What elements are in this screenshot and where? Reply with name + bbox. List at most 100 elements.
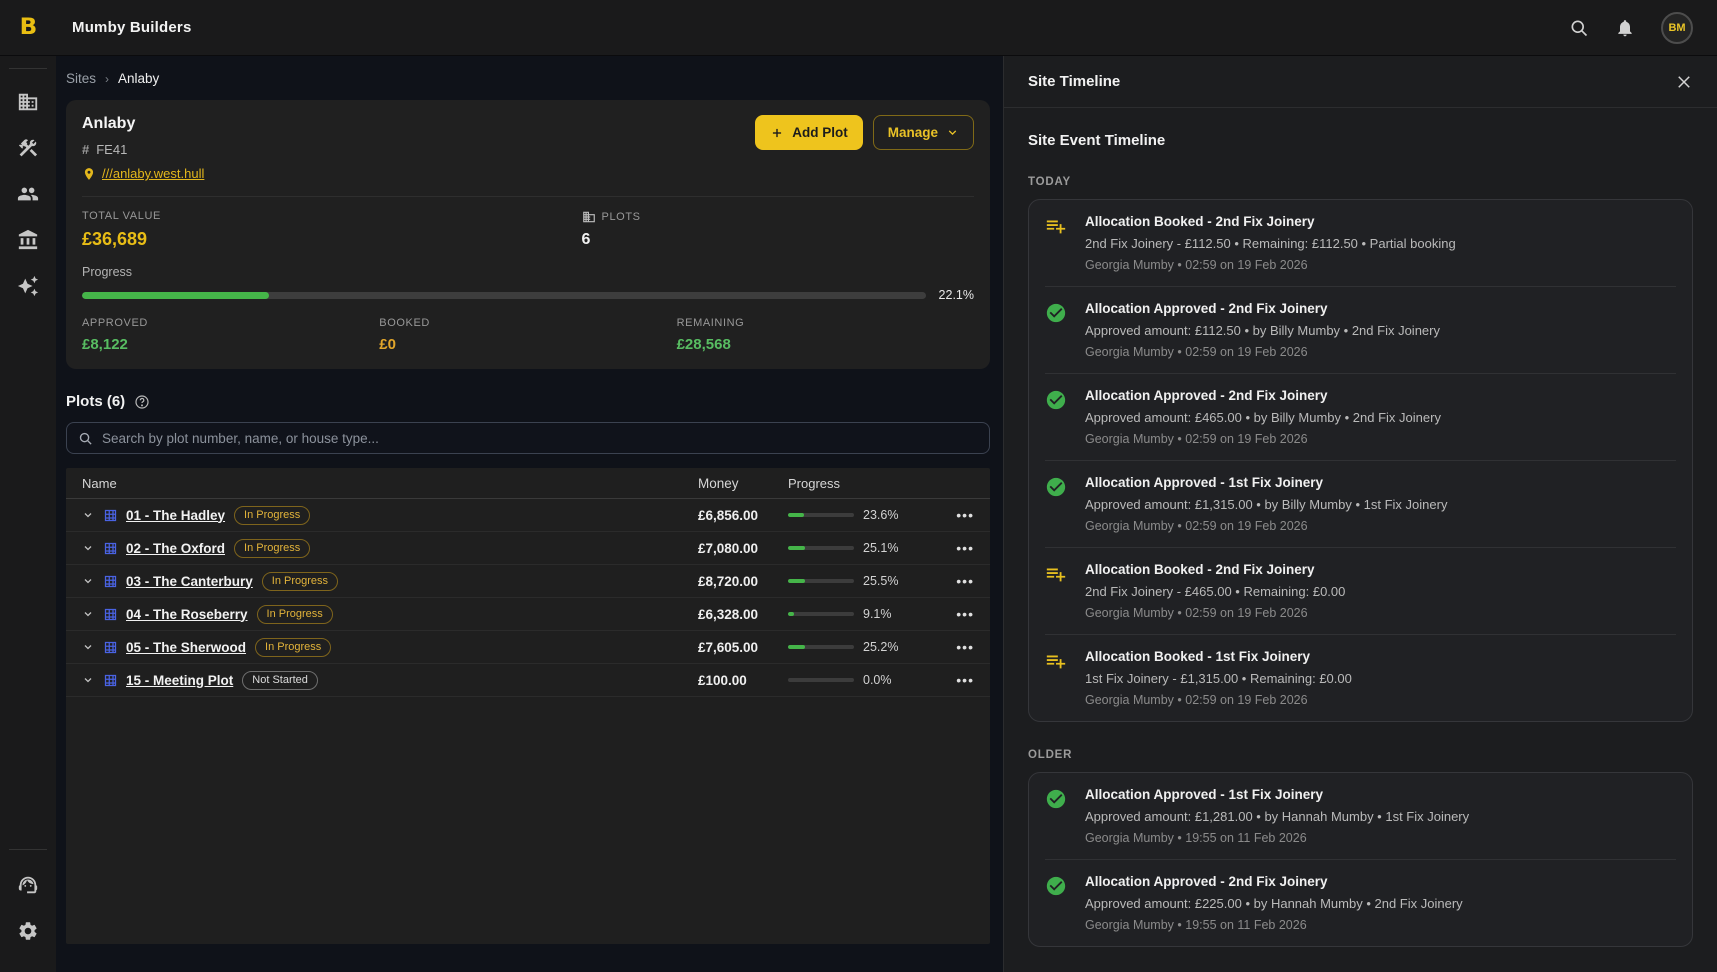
plot-progress-track (788, 645, 854, 649)
sidebar-item-sites[interactable] (17, 91, 39, 113)
manage-button[interactable]: Manage (873, 115, 974, 150)
timeline-event: Allocation Approved - 1st Fix Joinery Ap… (1029, 773, 1692, 859)
plot-name-link[interactable]: 03 - The Canterbury (126, 574, 253, 589)
topbar-actions: BM (1569, 12, 1717, 44)
row-menu-button[interactable]: ••• (956, 576, 974, 586)
row-menu-button[interactable]: ••• (956, 675, 974, 685)
plot-name-link[interactable]: 05 - The Sherwood (126, 640, 246, 655)
table-row[interactable]: 01 - The Hadley In Progress £6,856.00 23… (66, 499, 990, 532)
booked-stat: BOOKED £0 (379, 317, 676, 353)
add-plot-button[interactable]: Add Plot (755, 115, 863, 150)
row-menu-button[interactable]: ••• (956, 609, 974, 619)
plots-stat: PLOTS 6 (582, 210, 641, 250)
approved-value: £8,122 (82, 336, 379, 353)
hash-icon: # (82, 142, 89, 157)
row-menu-button[interactable]: ••• (956, 543, 974, 553)
plot-progress: 23.6% (788, 508, 938, 522)
plot-progress: 25.2% (788, 640, 938, 654)
site-card: Anlaby # FE41 ///anlaby.west.hull (66, 100, 990, 369)
status-badge: In Progress (257, 605, 333, 624)
timeline-group-label: OLDER (1028, 749, 1693, 761)
search-icon[interactable] (1569, 18, 1589, 38)
booked-label: BOOKED (379, 317, 676, 329)
plots-table-header: Name Money Progress (66, 468, 990, 499)
chevron-down-icon[interactable] (82, 674, 94, 686)
chevron-down-icon[interactable] (82, 641, 94, 653)
sidebar-item-bank[interactable] (17, 229, 39, 251)
table-row[interactable]: 02 - The Oxford In Progress £7,080.00 25… (66, 532, 990, 565)
plot-name-link[interactable]: 04 - The Roseberry (126, 607, 248, 622)
chevron-down-icon[interactable] (82, 509, 94, 521)
gear-icon[interactable] (17, 920, 39, 942)
panel-body: Site Event Timeline TODAY Allocation Boo… (1004, 108, 1717, 947)
plot-name-link[interactable]: 01 - The Hadley (126, 508, 225, 523)
total-value: £36,689 (82, 229, 582, 250)
table-row[interactable]: 15 - Meeting Plot Not Started £100.00 0.… (66, 664, 990, 697)
event-detail: Approved amount: £112.50 • by Billy Mumb… (1085, 323, 1440, 338)
site-location-row: ///anlaby.west.hull (82, 166, 204, 181)
column-header-money: Money (698, 476, 788, 491)
timeline-event: Allocation Approved - 2nd Fix Joinery Ap… (1029, 374, 1692, 460)
booked-value: £0 (379, 336, 676, 353)
event-meta: Georgia Mumby • 02:59 on 19 Feb 2026 (1085, 432, 1441, 446)
plot-progress-track (788, 612, 854, 616)
chevron-down-icon (946, 126, 959, 139)
total-value-stat: TOTAL VALUE £36,689 (82, 210, 582, 250)
plots-search-input[interactable] (102, 431, 978, 446)
plot-progress-track (788, 513, 854, 517)
plots-search-box (66, 422, 990, 454)
plot-name-link[interactable]: 15 - Meeting Plot (126, 673, 233, 688)
plot-progress-track (788, 546, 854, 550)
event-meta: Georgia Mumby • 02:59 on 19 Feb 2026 (1085, 606, 1345, 620)
plot-progress-percent: 25.2% (863, 640, 898, 654)
plot-progress: 0.0% (788, 673, 938, 687)
search-icon (78, 431, 93, 446)
headset-icon[interactable] (17, 874, 39, 896)
progress-label: Progress (82, 265, 974, 279)
approved-label: APPROVED (82, 317, 379, 329)
table-row[interactable]: 03 - The Canterbury In Progress £8,720.0… (66, 565, 990, 598)
bell-icon[interactable] (1615, 18, 1635, 38)
event-detail: Approved amount: £1,315.00 • by Billy Mu… (1085, 497, 1447, 512)
row-menu-button[interactable]: ••• (956, 642, 974, 652)
table-row[interactable]: 05 - The Sherwood In Progress £7,605.00 … (66, 631, 990, 664)
plot-progress-percent: 25.5% (863, 574, 898, 588)
event-detail: Approved amount: £225.00 • by Hannah Mum… (1085, 896, 1463, 911)
chevron-down-icon[interactable] (82, 575, 94, 587)
table-row[interactable]: 04 - The Roseberry In Progress £6,328.00… (66, 598, 990, 631)
event-meta: Georgia Mumby • 02:59 on 19 Feb 2026 (1085, 693, 1352, 707)
plot-progress: 9.1% (788, 607, 938, 621)
avatar[interactable]: BM (1661, 12, 1693, 44)
plot-progress-percent: 25.1% (863, 541, 898, 555)
sidebar-item-sparkles[interactable] (17, 275, 39, 297)
add-plot-label: Add Plot (792, 125, 848, 140)
timeline-group-label: TODAY (1028, 176, 1693, 188)
what3words-link[interactable]: ///anlaby.west.hull (102, 166, 204, 181)
chevron-down-icon[interactable] (82, 542, 94, 554)
plot-money: £6,328.00 (698, 607, 788, 622)
plot-progress: 25.1% (788, 541, 938, 555)
help-icon[interactable] (134, 394, 150, 410)
plot-money: £100.00 (698, 673, 788, 688)
event-meta: Georgia Mumby • 19:55 on 11 Feb 2026 (1085, 918, 1463, 932)
breadcrumb-current: Anlaby (118, 71, 159, 86)
sidebar-item-people[interactable] (17, 183, 39, 205)
sidebar-item-tools[interactable] (17, 137, 39, 159)
plot-name-link[interactable]: 02 - The Oxford (126, 541, 225, 556)
breadcrumb-sites-link[interactable]: Sites (66, 71, 96, 86)
chevron-down-icon[interactable] (82, 608, 94, 620)
event-meta: Georgia Mumby • 02:59 on 19 Feb 2026 (1085, 345, 1440, 359)
timeline-event: Allocation Approved - 1st Fix Joinery Ap… (1029, 461, 1692, 547)
booked-icon (1045, 563, 1067, 585)
approved-icon (1045, 302, 1067, 324)
plots-table-body: 01 - The Hadley In Progress £6,856.00 23… (66, 499, 990, 697)
total-value-label: TOTAL VALUE (82, 210, 582, 222)
timeline-event: Allocation Booked - 2nd Fix Joinery 2nd … (1029, 200, 1692, 286)
logo-box[interactable]: B (0, 15, 56, 40)
row-menu-button[interactable]: ••• (956, 510, 974, 520)
sidebar (0, 56, 56, 972)
building-icon (582, 210, 596, 224)
plots-label: PLOTS (602, 211, 641, 223)
brand-logo-icon: B (19, 15, 37, 40)
close-icon[interactable] (1675, 73, 1693, 91)
